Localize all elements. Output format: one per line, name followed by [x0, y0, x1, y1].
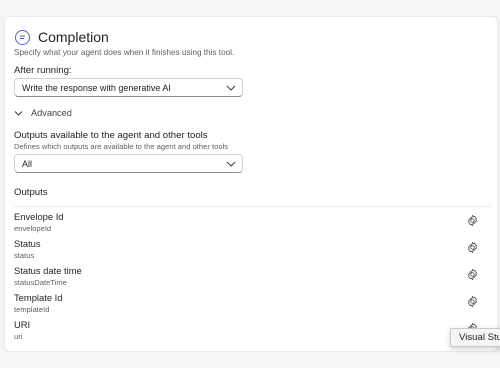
advanced-label: Advanced [31, 108, 72, 118]
output-row: URI uri [14, 319, 484, 345]
output-row: Status date time statusDateTime [14, 265, 484, 291]
output-key: statusDateTime [14, 278, 67, 287]
gear-icon[interactable] [466, 241, 479, 254]
completion-subtitle: Specify what your agent does when it fin… [14, 48, 235, 57]
output-key: templateId [14, 305, 50, 314]
chat-bubble-icon [15, 29, 30, 45]
output-row: Status status [14, 238, 484, 264]
completion-title: Completion [38, 29, 109, 45]
top-background [0, 0, 500, 16]
outputs-title: Outputs [14, 187, 48, 198]
chevron-down-icon [226, 85, 236, 91]
gear-icon[interactable] [466, 295, 479, 308]
outputs-available-label: Outputs available to the agent and other… [14, 130, 208, 141]
output-row: Template Id templateId [14, 292, 484, 318]
after-running-value: Write the response with generative AI [22, 82, 171, 93]
output-name: Status [14, 238, 41, 249]
output-key: uri [14, 332, 23, 341]
outputs-available-dropdown[interactable]: All [14, 154, 243, 173]
chevron-down-icon [226, 161, 236, 167]
output-key: envelopeId [14, 224, 52, 233]
after-running-label: After running: [14, 65, 72, 76]
output-name: Envelope Id [14, 211, 64, 222]
output-name: Status date time [14, 265, 82, 276]
advanced-toggle[interactable]: Advanced [14, 108, 72, 118]
after-running-dropdown[interactable]: Write the response with generative AI [14, 78, 243, 97]
output-name: URI [14, 319, 31, 330]
bottom-background [0, 352, 500, 368]
output-row: Envelope Id envelopeId [14, 211, 484, 237]
gear-icon[interactable] [466, 214, 479, 227]
completion-card: Completion Specify what your agent does … [4, 16, 498, 352]
outputs-available-hint: Defines which outputs are available to t… [14, 142, 229, 151]
taskbar-tooltip: Visual Studio [450, 328, 500, 347]
outputs-available-value: All [22, 158, 33, 169]
output-key: status [14, 251, 35, 260]
chevron-down-icon [14, 110, 23, 116]
completion-header: Completion [15, 29, 109, 45]
gear-icon[interactable] [466, 268, 479, 281]
output-name: Template Id [14, 292, 63, 303]
outputs-divider [14, 206, 491, 207]
